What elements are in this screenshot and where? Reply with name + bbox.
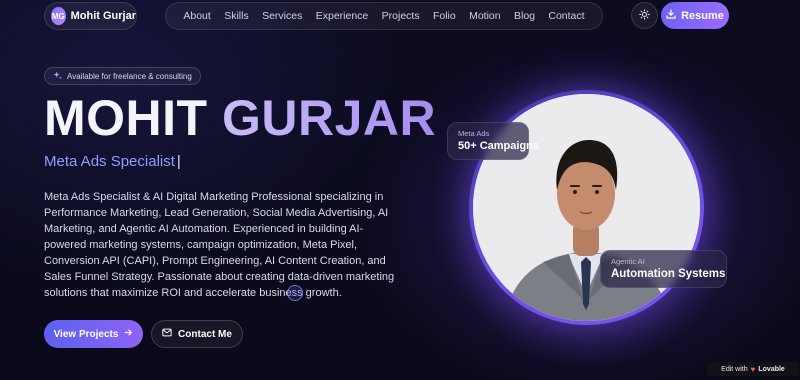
download-icon: [666, 9, 676, 22]
availability-text: Available for freelance & consulting: [67, 71, 192, 81]
role-text: Meta Ads Specialist: [44, 153, 175, 170]
arrow-right-icon: [124, 328, 133, 340]
meta-ads-stat-card: Meta Ads 50+ Campaigns: [447, 122, 540, 160]
brand-initials: MG: [51, 7, 66, 25]
edit-with-text: Edit with: [721, 365, 748, 373]
agentic-ai-stat-card: Agentic AI Automation Systems: [600, 250, 727, 288]
edit-with-lovable-badge[interactable]: Edit with ♥ Lovable: [707, 362, 799, 376]
agentic-ai-label: Agentic AI: [611, 257, 645, 266]
nav-link-contact[interactable]: Contact: [548, 10, 584, 22]
meta-ads-value: 50+ Campaigns: [458, 140, 540, 152]
agentic-ai-value: Automation Systems: [611, 268, 726, 280]
view-projects-label: View Projects: [53, 328, 119, 340]
nav-link-blog[interactable]: Blog: [514, 10, 535, 22]
hero-first-name: MOHIT: [44, 90, 208, 146]
nav-link-services[interactable]: Services: [262, 10, 302, 22]
main-nav: About Skills Services Experience Project…: [165, 2, 603, 30]
mail-icon: [162, 328, 172, 340]
contact-me-button[interactable]: Contact Me: [151, 320, 243, 348]
mouse-cursor-follower: [287, 285, 303, 301]
hero-description: Meta Ads Specialist & AI Digital Marketi…: [44, 191, 395, 299]
nav-link-about[interactable]: About: [183, 10, 210, 22]
sun-icon: [639, 7, 650, 25]
typing-cursor: |: [176, 153, 181, 170]
contact-me-label: Contact Me: [178, 328, 232, 340]
hero-last-name: GURJAR: [222, 90, 437, 146]
sparkles-icon: [53, 70, 62, 82]
meta-ads-label: Meta Ads: [458, 129, 490, 138]
nav-link-experience[interactable]: Experience: [316, 10, 369, 22]
nav-link-skills[interactable]: Skills: [224, 10, 249, 22]
lovable-brand: Lovable: [758, 365, 785, 373]
nav-link-projects[interactable]: Projects: [382, 10, 420, 22]
view-projects-button[interactable]: View Projects: [44, 320, 143, 348]
brand-name: Mohit Gurjar: [70, 10, 136, 22]
brand-logo-link[interactable]: MG Mohit Gurjar: [44, 2, 137, 30]
availability-badge: Available for freelance & consulting: [44, 67, 201, 85]
nav-link-motion[interactable]: Motion: [469, 10, 501, 22]
resume-button[interactable]: Resume: [661, 2, 729, 29]
hero-role: Meta Ads Specialist |: [44, 153, 181, 170]
resume-label: Resume: [681, 9, 724, 22]
hero-title: MOHIT GURJAR: [44, 90, 436, 146]
theme-toggle-button[interactable]: [631, 2, 658, 29]
nav-link-folio[interactable]: Folio: [433, 10, 456, 22]
lovable-heart-icon: ♥: [750, 364, 756, 374]
